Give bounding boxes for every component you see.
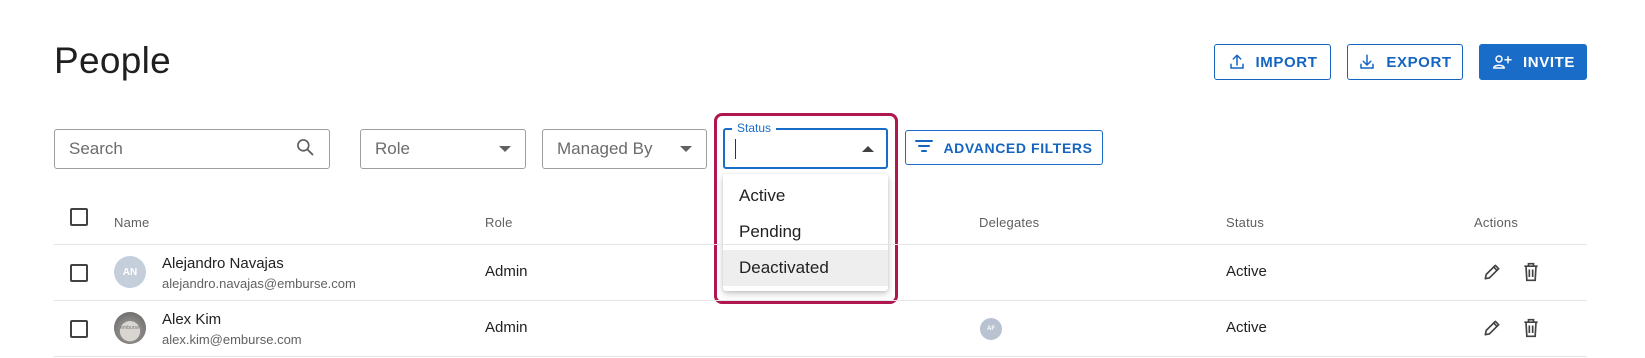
select-all-checkbox[interactable] (70, 208, 88, 226)
chevron-down-icon (680, 146, 692, 152)
managed-by-select-placeholder: Managed By (557, 139, 653, 158)
export-label: EXPORT (1386, 53, 1452, 71)
row-checkbox[interactable] (70, 320, 88, 338)
person-role: Admin (485, 263, 528, 280)
trash-icon[interactable] (1520, 317, 1542, 339)
avatar: AN (114, 256, 146, 288)
role-select[interactable]: Role (360, 129, 526, 169)
search-placeholder: Search (69, 139, 123, 158)
person-email: alex.kim@emburse.com (162, 332, 302, 347)
upload-icon (1228, 53, 1246, 71)
search-input[interactable]: Search (54, 129, 330, 169)
advanced-filters-label: ADVANCED FILTERS (943, 139, 1093, 156)
delegate-avatar[interactable]: AF (980, 318, 1002, 340)
pencil-icon[interactable] (1481, 261, 1503, 283)
person-email: alejandro.navajas@emburse.com (162, 276, 356, 291)
page-title: People (54, 40, 172, 81)
text-cursor (735, 138, 736, 159)
status-select-label: Status (732, 121, 777, 135)
table-row[interactable]: AN Alejandro Navajas alejandro.navajas@e… (54, 245, 1587, 301)
role-select-placeholder: Role (375, 139, 410, 158)
column-header-role[interactable]: Role (485, 215, 513, 230)
import-button[interactable]: IMPORT (1214, 44, 1331, 80)
pencil-icon[interactable] (1481, 317, 1503, 339)
column-header-name[interactable]: Name (114, 215, 149, 230)
column-header-status[interactable]: Status (1226, 215, 1264, 230)
person-name: Alex Kim (162, 311, 222, 328)
import-label: IMPORT (1255, 53, 1318, 71)
column-header-delegates[interactable]: Delegates (979, 215, 1039, 230)
chevron-down-icon (499, 146, 511, 152)
avatar: emburse (114, 312, 146, 344)
person-status: Active (1226, 263, 1267, 280)
filter-list-icon (915, 139, 934, 156)
table-header: Name Role Delegates Status Actions (54, 200, 1587, 245)
column-header-actions: Actions (1474, 215, 1519, 230)
person-status: Active (1226, 319, 1267, 336)
person-role: Admin (485, 319, 528, 336)
person-add-icon (1491, 53, 1513, 71)
row-checkbox[interactable] (70, 264, 88, 282)
download-icon (1358, 53, 1376, 71)
chevron-up-icon[interactable] (862, 145, 874, 152)
status-select[interactable]: Status (723, 121, 888, 169)
person-name: Alejandro Navajas (162, 255, 284, 272)
invite-label: INVITE (1523, 53, 1575, 71)
advanced-filters-button[interactable]: ADVANCED FILTERS (905, 130, 1103, 165)
invite-button[interactable]: INVITE (1479, 44, 1587, 80)
managed-by-select[interactable]: Managed By (542, 129, 707, 169)
export-button[interactable]: EXPORT (1347, 44, 1463, 80)
table-row[interactable]: emburse Alex Kim alex.kim@emburse.com Ad… (54, 301, 1587, 357)
trash-icon[interactable] (1520, 261, 1542, 283)
search-icon[interactable] (295, 137, 315, 162)
